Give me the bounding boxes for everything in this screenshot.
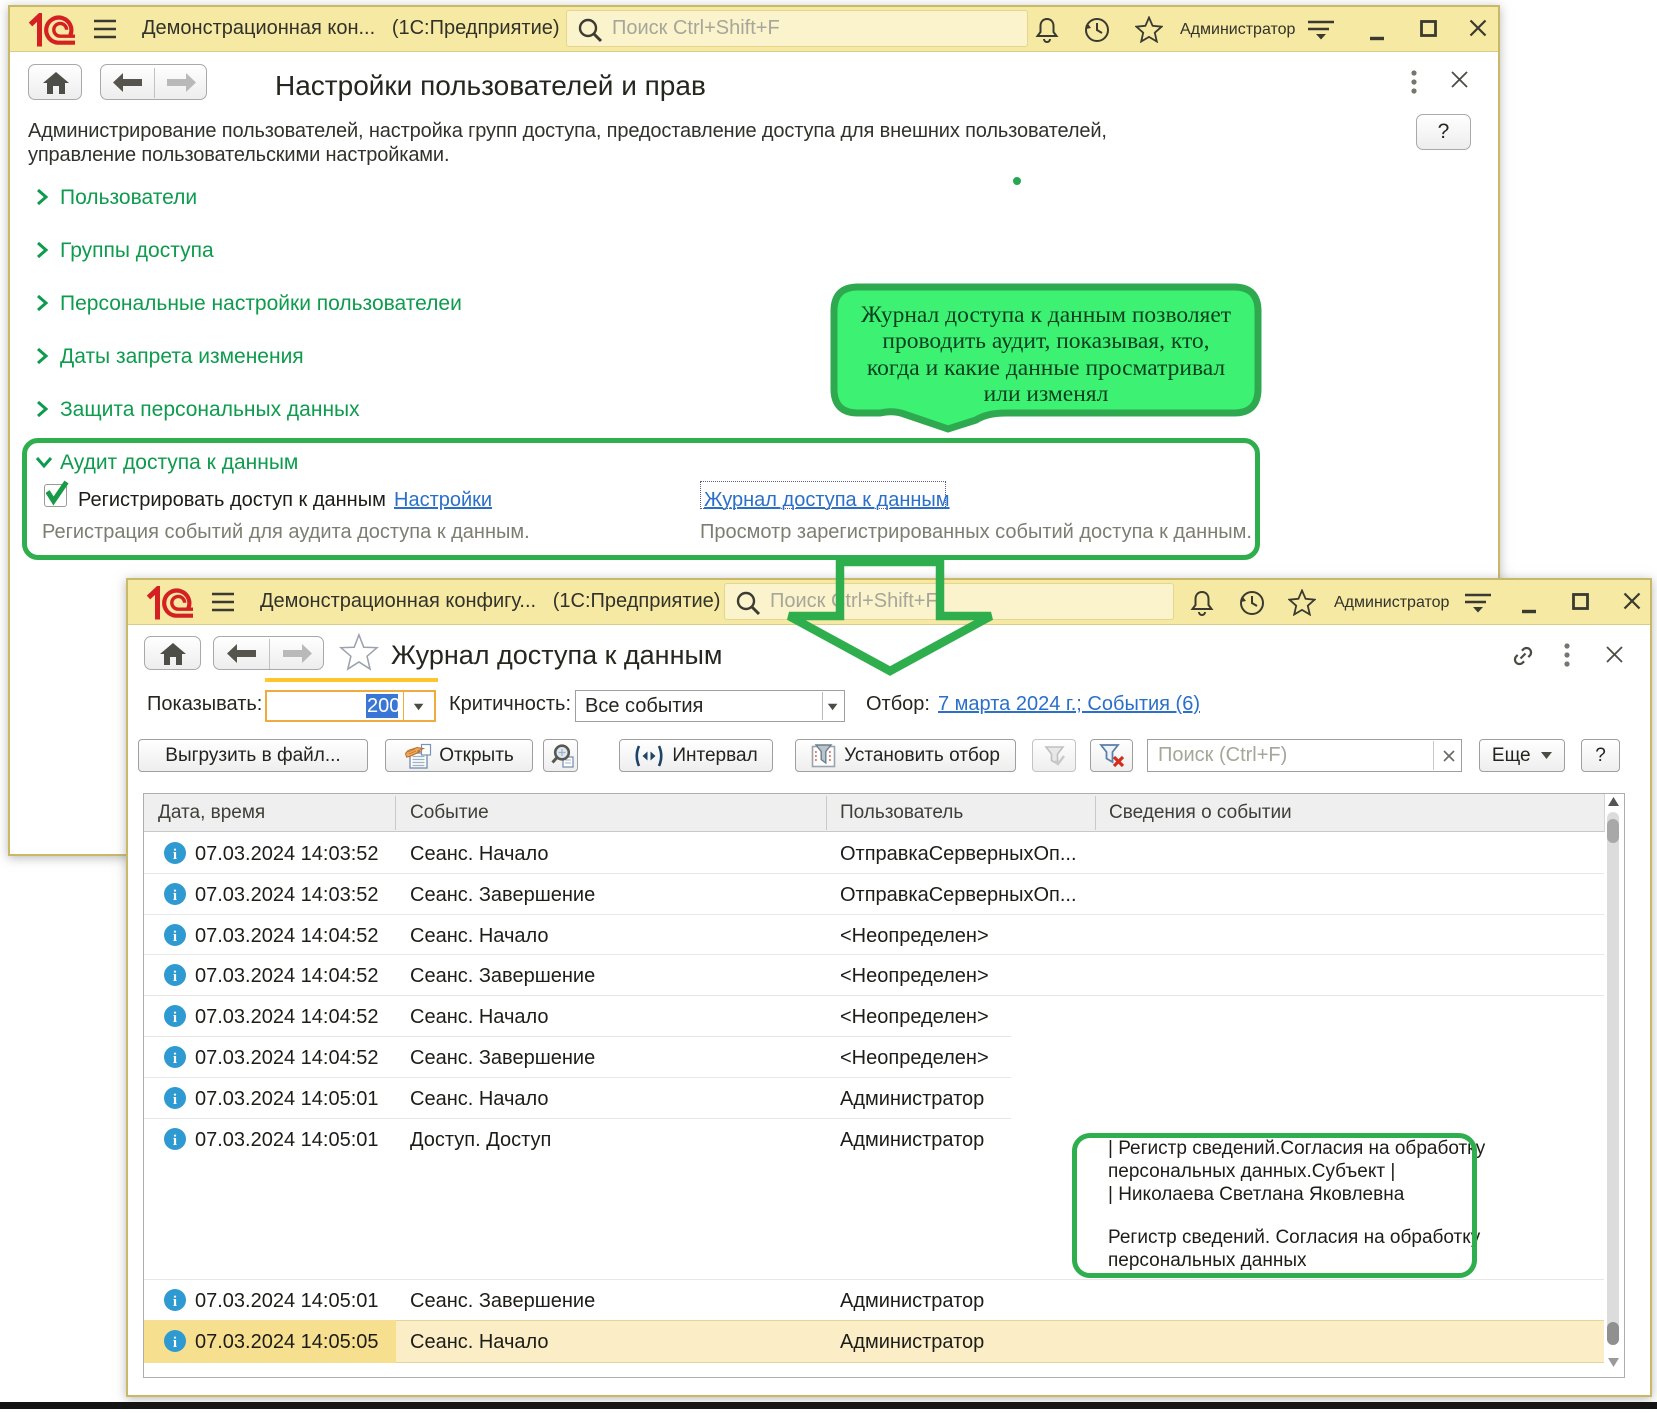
- svg-text:i: i: [173, 1133, 177, 1149]
- svg-text:i: i: [173, 888, 177, 904]
- svg-text:i: i: [173, 1335, 177, 1351]
- svg-text:i: i: [173, 1051, 177, 1067]
- svg-text:i: i: [173, 969, 177, 985]
- svg-text:i: i: [173, 929, 177, 945]
- svg-text:i: i: [173, 1294, 177, 1310]
- svg-text:i: i: [173, 847, 177, 863]
- svg-text:i: i: [173, 1092, 177, 1108]
- svg-text:i: i: [173, 1010, 177, 1026]
